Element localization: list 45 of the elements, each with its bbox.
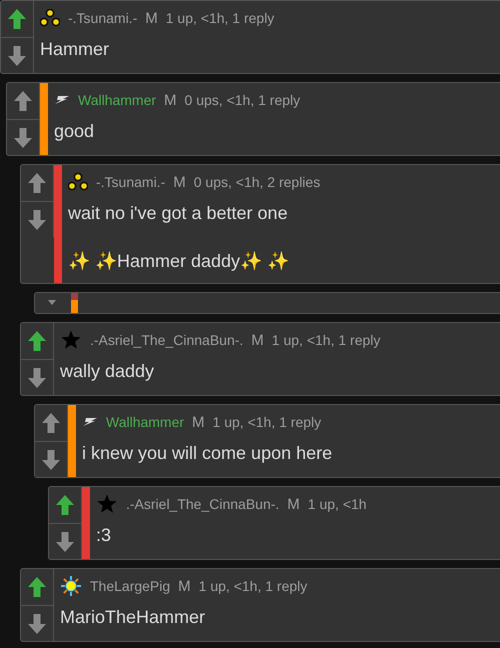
downvote-arrow-icon: [27, 208, 47, 230]
username[interactable]: .-Asriel_The_CinnaBun-.: [126, 496, 280, 512]
comment-text: i knew you will come upon here: [82, 442, 334, 465]
comment-meta: 1 up, <1h, 1 reply: [198, 578, 308, 594]
comment-meta: 1 up, <1h, 1 reply: [212, 414, 322, 430]
comment-text: wait no i've got a better one: [68, 202, 289, 225]
downvote-arrow-icon: [13, 126, 33, 148]
downvote-arrow-icon: [55, 530, 75, 552]
role-label: M: [173, 174, 186, 190]
thread-bars-icon: [71, 293, 78, 313]
role-label: M: [145, 10, 158, 26]
role-label: M: [178, 578, 191, 594]
comment-meta: 1 up, <1h: [308, 496, 367, 512]
lightning-icon: [82, 417, 98, 427]
comment-text: wally daddy: [60, 360, 156, 383]
downvote-arrow-icon: [27, 366, 47, 388]
lightning-icon: [54, 95, 70, 105]
caret-down-icon: [47, 300, 57, 306]
downvote-arrow-icon: [7, 44, 27, 66]
comment-meta: 0 ups, <1h, 1 reply: [184, 92, 300, 108]
star-icon: [60, 329, 82, 351]
role-label: M: [164, 92, 177, 108]
downvote-arrow-icon: [27, 612, 47, 634]
three-dots-icon: [40, 9, 60, 27]
username[interactable]: Wallhammer: [78, 92, 156, 108]
three-dots-icon: [68, 173, 88, 191]
role-label: M: [251, 332, 264, 348]
role-label: M: [287, 496, 300, 512]
comment-text: :3: [96, 524, 112, 547]
username[interactable]: TheLargePig: [90, 578, 170, 594]
comment-text: ✨ ✨Hammer daddy✨ ✨: [68, 250, 290, 273]
sun-icon: [60, 575, 82, 597]
comment-text: Hammer: [40, 38, 110, 61]
downvote-arrow-icon: [41, 448, 61, 470]
comment-meta: 1 up, <1h, 1 reply: [272, 332, 380, 348]
username[interactable]: Wallhammer: [106, 414, 184, 430]
username[interactable]: .-Asriel_The_CinnaBun-.: [90, 332, 244, 348]
star-icon: [96, 493, 118, 515]
comment-meta: 0 ups, <1h, 2 replies: [194, 174, 320, 190]
role-label: M: [192, 414, 205, 430]
username[interactable]: -.Tsunami.-: [96, 174, 166, 190]
comment-meta: 1 up, <1h, 1 reply: [166, 10, 274, 26]
comment-text: good: [54, 120, 96, 143]
username[interactable]: -.Tsunami.-: [68, 10, 138, 26]
comment-text: MarioTheHammer: [60, 606, 206, 629]
